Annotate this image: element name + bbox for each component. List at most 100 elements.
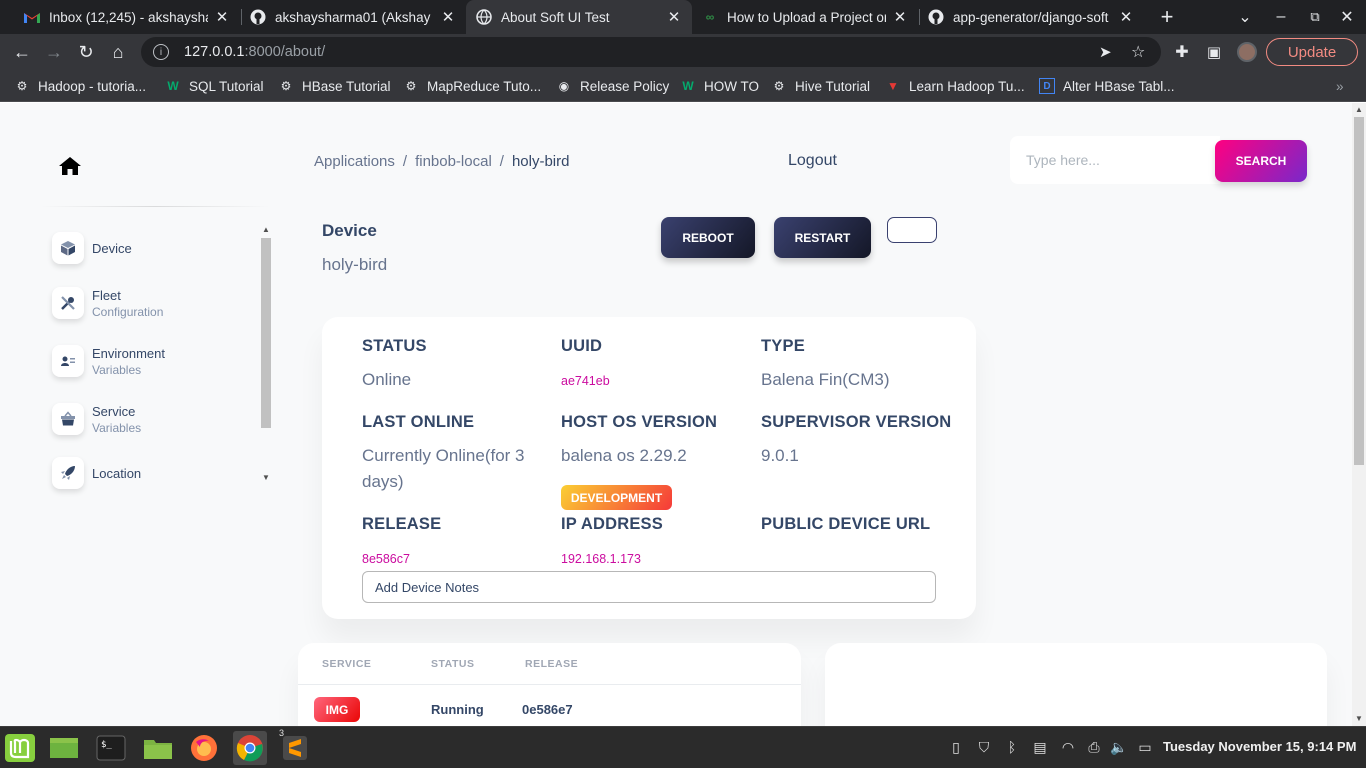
side-panel-icon[interactable]: ▣ (1200, 38, 1228, 66)
github-icon (928, 9, 944, 25)
search-button[interactable]: SEARCH (1215, 140, 1307, 182)
show-desktop-icon[interactable] (47, 731, 81, 765)
sidebar-item-environment[interactable]: Environment Variables (52, 345, 165, 377)
firefox-icon[interactable] (187, 731, 221, 765)
dezyre-icon: D (1039, 78, 1055, 94)
files-folder-icon[interactable] (141, 731, 175, 765)
supervisor-label: SUPERVISOR VERSION (761, 413, 952, 431)
profile-avatar[interactable] (1237, 42, 1257, 62)
release-value[interactable]: 8e586c7 (362, 552, 410, 566)
bookmark-item[interactable]: ⚙ MapReduce Tuto... (403, 70, 541, 102)
back-arrow-icon[interactable]: ← (8, 38, 36, 66)
sidebar-item-sublabel: Variables (92, 420, 142, 435)
send-icon[interactable]: ➤ (1099, 43, 1112, 61)
breadcrumb-applications[interactable]: Applications (314, 153, 395, 170)
tools-icon (52, 287, 84, 319)
public-url-label: PUBLIC DEVICE URL (761, 515, 931, 533)
volume-icon[interactable]: 🔈 (1108, 736, 1130, 758)
site-info-icon[interactable]: i (153, 44, 169, 60)
sidebar-item-sublabel: Variables (92, 362, 142, 377)
close-window-button[interactable]: ✕ (1336, 0, 1358, 34)
tab-github-profile[interactable]: akshaysharma01 (Akshay Sh ✕ (240, 0, 466, 34)
table-header-release: RELEASE (525, 658, 579, 670)
reboot-button[interactable]: REBOOT (661, 217, 755, 258)
sidebar-item-location[interactable]: Location (52, 457, 141, 489)
browser-toolbar: ← → ↻ ⌂ i 127.0.0.1:8000/about/ ➤ ☆ ✚ ▣ … (0, 34, 1366, 70)
sidebar-item-label: Fleet (92, 287, 121, 303)
bookmarks-bar: ⚙ Hadoop - tutoria... W SQL Tutorial ⚙ HBas… (0, 70, 1366, 102)
extensions-puzzle-icon[interactable]: ✚ (1168, 38, 1196, 66)
tab-gmail-inbox[interactable]: Inbox (12,245) - akshaysharm ✕ (14, 0, 240, 34)
update-manager-icon[interactable]: ▤ (1029, 736, 1051, 758)
service-release: 0e586e7 (522, 702, 573, 717)
printer-icon[interactable]: ⎙ (1083, 736, 1105, 758)
browser-tab-bar: Inbox (12,245) - akshaysharm ✕ akshaysha… (0, 0, 1366, 34)
home-icon[interactable] (57, 155, 83, 177)
mint-menu-icon[interactable] (3, 731, 37, 765)
status-value: Online (362, 370, 412, 389)
extra-action-button[interactable] (887, 217, 937, 243)
page-content: Device Fleet Configuration Environment V… (0, 103, 1352, 726)
reload-icon[interactable]: ↻ (72, 38, 100, 66)
close-icon[interactable]: ✕ (440, 8, 456, 26)
sidebar-item-fleet[interactable]: Fleet Configuration (52, 287, 163, 319)
bookmark-item[interactable]: ⚙ HBase Tutorial (278, 70, 391, 102)
chrome-icon[interactable] (233, 731, 267, 765)
user-card-icon (52, 345, 84, 377)
update-button[interactable]: Update (1266, 38, 1358, 66)
forward-arrow-icon[interactable]: → (40, 38, 68, 66)
sublime-text-icon[interactable]: 3 (278, 728, 312, 765)
ip-address-value[interactable]: 192.168.1.173 (561, 552, 641, 566)
logout-link[interactable]: Logout (788, 152, 837, 170)
wifi-icon[interactable]: ◠ (1057, 736, 1079, 758)
bookmark-item[interactable]: ⚙ Hadoop - tutoria... (14, 70, 146, 102)
globe-icon: ◉ (558, 79, 570, 93)
bookmark-item[interactable]: ◉ Release Policy (556, 70, 670, 102)
device-notes-input[interactable]: Add Device Notes (362, 571, 936, 603)
address-bar[interactable]: i 127.0.0.1:8000/about/ ➤ ☆ (141, 37, 1161, 67)
supervisor-value: 9.0.1 (761, 446, 799, 465)
tutorialspoint-icon: ⚙ (405, 79, 417, 93)
bluetooth-icon[interactable]: ᛒ (1001, 736, 1023, 758)
bookmark-star-icon[interactable]: ☆ (1131, 42, 1145, 62)
last-online-value: Currently Online(for 3 days) (362, 446, 525, 491)
device-name: holy-bird (322, 255, 388, 274)
shield-icon[interactable]: ⛉ (973, 736, 995, 758)
uuid-value[interactable]: ae741eb (561, 374, 610, 388)
new-tab-button[interactable]: + (1154, 0, 1180, 34)
page-scrollbar[interactable]: ▲ ▼ (1352, 103, 1366, 726)
clipboard-icon[interactable]: ▯ (945, 736, 967, 758)
close-icon[interactable]: ✕ (892, 8, 908, 26)
bookmark-item[interactable]: W SQL Tutorial (165, 70, 263, 102)
bookmark-item[interactable]: ⚙ Hive Tutorial (771, 70, 870, 102)
bookmark-item[interactable]: D Alter HBase Tabl... (1039, 70, 1175, 102)
tab-about-soft-ui[interactable]: About Soft UI Test ✕ (466, 0, 692, 34)
sidebar-scrollbar[interactable]: ▲ ▼ (259, 223, 273, 485)
bookmark-item[interactable]: ▼ Learn Hadoop Tu... (885, 70, 1025, 102)
close-icon[interactable]: ✕ (666, 8, 682, 26)
maximize-window-button[interactable]: ⧉ (1304, 0, 1326, 34)
basket-icon (52, 403, 84, 435)
tutorialspoint-icon: ⚙ (16, 79, 28, 93)
search-input[interactable]: Type here... (1010, 136, 1220, 184)
tab-search-chevron-icon[interactable]: ⌄ (1234, 0, 1256, 34)
more-bookmarks-icon[interactable]: » (1336, 70, 1344, 102)
close-icon[interactable]: ✕ (1118, 8, 1134, 26)
breadcrumb-fleet[interactable]: finbob-local (415, 153, 492, 170)
sidebar-item-service[interactable]: Service Variables (52, 403, 141, 435)
close-icon[interactable]: ✕ (214, 8, 230, 26)
sidebar-item-device[interactable]: Device (52, 232, 132, 264)
host-os-label: HOST OS VERSION (561, 413, 718, 431)
taskbar-clock[interactable]: Tuesday November 15, 9:14 PM (1163, 739, 1356, 754)
window-count-badge: 3 (279, 728, 285, 738)
tab-geeksforgeeks[interactable]: ∞ How to Upload a Project on ✕ (692, 0, 918, 34)
tab-github-repo[interactable]: app-generator/django-soft ✕ (918, 0, 1144, 34)
restart-button[interactable]: RESTART (774, 217, 871, 258)
table-header-status: STATUS (431, 658, 475, 670)
tutorialspoint-icon: ⚙ (773, 79, 785, 93)
bookmark-item[interactable]: W HOW TO (680, 70, 759, 102)
home-icon[interactable]: ⌂ (104, 38, 132, 66)
minimize-window-button[interactable]: – (1270, 0, 1292, 34)
battery-icon[interactable]: ▭ (1134, 736, 1156, 758)
terminal-icon[interactable]: $_ (94, 731, 128, 765)
